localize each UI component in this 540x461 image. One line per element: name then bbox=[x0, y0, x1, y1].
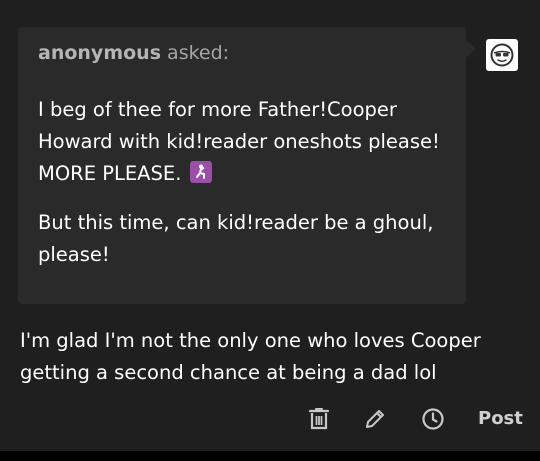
asker-line: anonymous asked: bbox=[38, 42, 229, 64]
ask-paragraph-1-text: I beg of thee for more Father!Cooper How… bbox=[38, 98, 440, 185]
post-editor: anonymous asked: I beg of thee for more … bbox=[0, 0, 540, 451]
ask-paragraph-1: I beg of thee for more Father!Cooper How… bbox=[38, 94, 458, 190]
person-kneeling-emoji bbox=[189, 161, 212, 183]
ask-paragraph-2: But this time, can kid!reader be a ghoul… bbox=[38, 211, 434, 266]
answer-text[interactable]: I'm glad I'm not the only one who loves … bbox=[20, 325, 520, 389]
ask-bubble-tail bbox=[466, 40, 476, 58]
avatar-sunglasses-face-icon bbox=[490, 43, 514, 67]
asked-label: asked: bbox=[167, 42, 230, 64]
pencil-icon[interactable] bbox=[362, 406, 388, 432]
trash-icon[interactable] bbox=[306, 406, 332, 432]
clock-icon[interactable] bbox=[420, 406, 446, 432]
asker-name: anonymous bbox=[38, 42, 161, 64]
post-button[interactable]: Post bbox=[478, 408, 523, 429]
avatar[interactable] bbox=[486, 39, 518, 71]
bottom-edge bbox=[0, 451, 540, 461]
